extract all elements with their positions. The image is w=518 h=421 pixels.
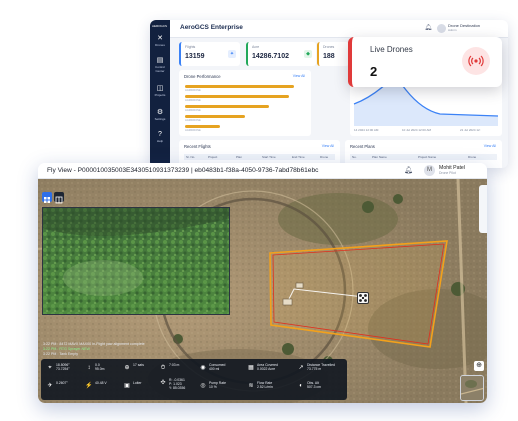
performance-bar-label: AGRIDRONE [185,129,201,132]
notification-bell-icon[interactable]: 🔔︎ [404,166,413,174]
chart-x-label: 10 Jul 2024 12:00 AM [402,128,432,132]
fly-view-header: Fly View - P000010035003E343051093137323… [38,163,487,179]
performance-bar [185,105,269,108]
performance-bar-row: AGRIDRONE [185,95,301,103]
aerogcs-logo: AEROGCS [152,24,168,28]
performance-bar [185,115,245,118]
stat-card-flights[interactable]: Flights 13159 ✦ [179,42,240,66]
live-drones-card[interactable]: Live Drones 2 [348,37,502,87]
sidebar-item-help[interactable]: ? Help [151,130,169,148]
performance-bar-row: AGRIDRONE [185,115,301,123]
acre-icon: ◆ [304,50,312,58]
layout-toggle-icon[interactable] [42,192,52,203]
obstacle-icon: ◐ [299,383,303,389]
avatar[interactable] [437,24,446,33]
drone-marker-icon[interactable] [357,292,369,304]
dashboard-title: AeroGCS Enterprise [180,24,243,31]
split-view-icon[interactable] [54,192,64,204]
control-center-icon: ▤ [156,57,164,64]
battery-icon: ⚡ [85,383,93,389]
broadcast-icon [462,47,490,75]
live-drones-title: Live Drones [370,45,413,54]
attitude-icon: ✣ [160,380,166,386]
flights-icon: ✦ [228,50,236,58]
notification-bell-icon[interactable]: 🔔︎ [424,24,432,31]
performance-bar-label: AGRIDRONE [185,99,201,102]
performance-bar-label: AGRIDRONE [185,89,201,92]
satellite-map[interactable]: 3:22 PM : 8472 MAVX MAX00 In-Flight yaw … [38,179,487,403]
flow-icon: ≋ [248,383,254,389]
telemetry-panel: ⌖ 18.8096° 73.7254° ↕ 0.0 95.0m ⊕ 17 sats … [41,359,347,400]
mode-icon: ▣ [124,383,130,389]
performance-bar-row: AGRIDRONE [185,125,301,133]
user-menu[interactable]: Mohit Patel Drone Pilot [439,165,465,175]
camera-feed[interactable] [42,207,230,315]
user-menu[interactable]: Drone Destination Admin [448,23,500,32]
view-all-link[interactable]: View All [322,144,334,148]
dashboard-sidebar: AEROGCS ✕ Drones ▤ Control Center ◫ Proj… [150,20,170,168]
dashboard-header: AeroGCS Enterprise 🔔︎ Drone Destination … [170,20,508,38]
performance-bar [185,95,289,98]
performance-bar [185,125,220,128]
recent-plans-table-header: No. Plan Name Project Name Drone [350,154,497,160]
satellite-icon: ⊕ [124,365,130,371]
flight-log: 3:22 PM : 8472 MAVX MAX00 In-Flight yaw … [43,342,145,357]
distance-icon: ↗ [298,365,304,371]
chart-x-label: 21 Jul 2024 12: [460,128,481,132]
settings-icon: ⚙ [156,109,164,116]
right-panel-tab[interactable] [479,185,487,233]
heading-icon: ✈ [47,383,53,389]
timer-icon: ⏱ [160,365,166,371]
avatar[interactable]: M [424,165,435,176]
log-line: 3:22 PM : Tank Empty [43,352,79,356]
performance-bar-row: AGRIDRONE [185,105,301,113]
fly-view-window: Fly View - P000010035003E343051093137323… [38,163,487,403]
stat-card-acre[interactable]: Acre 14286.7102 ◆ [246,42,316,66]
stat-card-drones[interactable]: Drones 188 [317,42,349,66]
sidebar-item-control-center[interactable]: ▤ Control Center [151,56,169,74]
performance-bar-label: AGRIDRONE [185,109,201,112]
view-all-link[interactable]: View All [293,74,305,78]
altitude-icon: ↕ [87,365,91,371]
drone-performance-panel: Drone Performance View All AGRIDRONE AGRI… [179,70,311,136]
consumed-icon: ◉ [200,365,206,371]
projects-icon: ◫ [156,85,164,92]
chart-x-label: 14 2024 12:00 AM [354,128,379,132]
live-drones-count: 2 [370,64,378,79]
performance-bar-row: AGRIDRONE [185,85,301,93]
sidebar-item-settings[interactable]: ⚙ Settings [151,108,169,126]
sidebar-item-projects[interactable]: ◫ Projects [151,84,169,102]
compass-icon[interactable]: ⊕ [474,361,484,371]
pump-icon: ◎ [200,383,206,389]
performance-bar [185,85,294,88]
sidebar-item-drones[interactable]: ✕ Drones [151,34,169,52]
area-icon: ▦ [248,365,254,371]
fly-view-title: Fly View - P000010035003E343051093137323… [47,167,319,174]
help-icon: ? [158,131,162,138]
minimap[interactable] [460,375,484,401]
view-all-link[interactable]: View All [484,144,496,148]
location-icon: ⌖ [48,365,52,371]
performance-bar-label: AGRIDRONE [185,119,201,122]
drones-icon: ✕ [157,35,163,42]
recent-flights-table-header: Sr. No. Project Plan Start Time End Time… [184,154,335,160]
